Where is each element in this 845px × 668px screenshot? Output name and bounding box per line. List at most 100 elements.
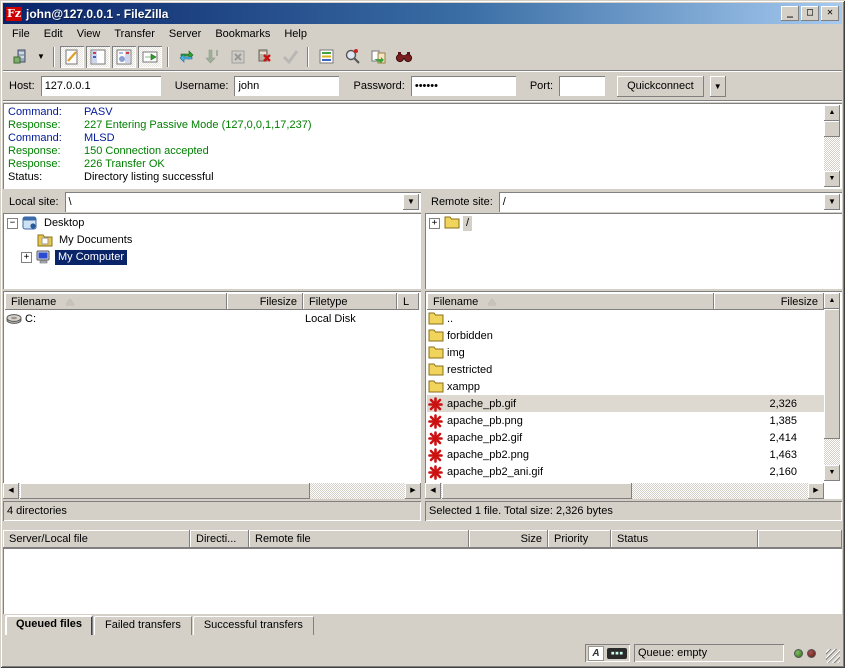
remote-site-combo[interactable]: / ▼ — [499, 192, 842, 212]
sync-browsing-icon[interactable] — [366, 46, 390, 68]
column-size[interactable]: Size — [469, 530, 548, 548]
list-item[interactable]: restricted — [427, 361, 824, 378]
list-item[interactable]: img — [427, 344, 824, 361]
list-item[interactable]: .. — [427, 310, 824, 327]
toggle-local-tree-icon[interactable] — [86, 46, 110, 68]
chevron-down-icon[interactable]: ▼ — [824, 194, 840, 210]
username-input[interactable]: john — [234, 76, 339, 96]
image-file-icon — [428, 414, 444, 428]
scroll-left-icon[interactable]: ◀ — [425, 483, 441, 499]
title-bar[interactable]: Fz john@127.0.0.1 - FileZilla _ □ ✕ — [3, 3, 842, 24]
log-scrollbar[interactable]: ▲ ▼ — [824, 105, 840, 187]
column-filename[interactable]: Filename — [5, 293, 227, 310]
scroll-left-icon[interactable]: ◀ — [3, 483, 19, 499]
local-status-bar: 4 directories — [3, 501, 421, 521]
menu-edit[interactable]: Edit — [37, 26, 70, 42]
expand-icon[interactable]: + — [21, 252, 32, 263]
scroll-down-icon[interactable]: ▼ — [824, 465, 840, 481]
remote-hscrollbar[interactable]: ◀ ▶ — [425, 483, 824, 499]
local-site-combo[interactable]: \ ▼ — [65, 192, 421, 212]
reconnect-icon[interactable] — [278, 46, 302, 68]
expand-icon[interactable]: + — [429, 218, 440, 229]
process-queue-icon[interactable] — [200, 46, 224, 68]
column-filetype[interactable]: Filetype — [303, 293, 397, 310]
documents-folder-icon — [37, 233, 53, 248]
tree-item-root[interactable]: + / — [429, 215, 842, 232]
maximize-button[interactable]: □ — [801, 6, 819, 21]
column-server-local-file[interactable]: Server/Local file — [3, 530, 190, 548]
resize-grip[interactable] — [826, 649, 840, 663]
menu-bookmarks[interactable]: Bookmarks — [208, 26, 277, 42]
column-filesize[interactable]: Filesize — [227, 293, 303, 310]
list-item[interactable]: apache_pb2_ani.gif 2,160 — [427, 463, 824, 480]
queue-status-text: Queue: empty — [638, 647, 707, 659]
site-manager-icon[interactable] — [8, 46, 32, 68]
tree-item-my-computer[interactable]: + My Computer — [7, 249, 421, 266]
refresh-icon[interactable] — [174, 46, 198, 68]
site-manager-dropdown[interactable]: ▼ — [34, 46, 48, 68]
local-hscrollbar[interactable]: ◀ ▶ — [3, 483, 421, 499]
tree-item-my-documents[interactable]: My Documents — [7, 232, 421, 249]
close-button[interactable]: ✕ — [821, 6, 839, 21]
local-site-bar: Local site: \ ▼ — [3, 191, 421, 212]
activity-leds — [788, 649, 822, 658]
column-direction[interactable]: Directi... — [190, 530, 249, 548]
minimize-button[interactable]: _ — [781, 6, 799, 21]
column-filename[interactable]: Filename — [427, 293, 714, 310]
tree-item-desktop[interactable]: − Desktop — [7, 215, 421, 232]
compare-icon[interactable] — [340, 46, 364, 68]
menu-transfer[interactable]: Transfer — [107, 26, 162, 42]
find-files-icon[interactable] — [392, 46, 416, 68]
local-site-label: Local site: — [3, 196, 65, 208]
tab-successful-transfers[interactable]: Successful transfers — [193, 616, 314, 635]
folder-icon — [428, 380, 444, 394]
list-item[interactable]: forbidden — [427, 327, 824, 344]
toggle-log-icon[interactable] — [60, 46, 84, 68]
chevron-down-icon[interactable]: ▼ — [403, 194, 419, 210]
menu-view[interactable]: View — [70, 26, 108, 42]
list-item[interactable]: xampp — [427, 378, 824, 395]
remote-vscrollbar[interactable]: ▲ ▼ — [824, 293, 840, 481]
disconnect-icon[interactable] — [252, 46, 276, 68]
quickconnect-bar: Host: 127.0.0.1 Username: john Password:… — [3, 72, 842, 101]
cancel-icon[interactable] — [226, 46, 250, 68]
toggle-remote-tree-icon[interactable] — [112, 46, 136, 68]
menu-help[interactable]: Help — [277, 26, 314, 42]
username-label: Username: — [175, 80, 229, 92]
column-remote-file[interactable]: Remote file — [249, 530, 469, 548]
tab-queued-files[interactable]: Queued files — [5, 615, 93, 635]
scroll-up-icon[interactable]: ▲ — [824, 293, 840, 309]
queue-header: Server/Local file Directi... Remote file… — [3, 530, 842, 548]
tab-failed-transfers[interactable]: Failed transfers — [94, 616, 192, 635]
menu-file[interactable]: File — [5, 26, 37, 42]
scroll-right-icon[interactable]: ▶ — [808, 483, 824, 499]
list-item[interactable]: apache_pb.png 1,385 — [427, 412, 824, 429]
scroll-thumb[interactable] — [824, 121, 840, 137]
scroll-thumb[interactable] — [20, 483, 310, 499]
collapse-icon[interactable]: − — [7, 218, 18, 229]
quickconnect-dropdown[interactable]: ▼ — [710, 76, 726, 97]
toggle-queue-icon[interactable] — [138, 46, 162, 68]
sort-asc-icon — [488, 299, 496, 305]
list-item[interactable]: apache_pb2.gif 2,414 — [427, 429, 824, 446]
column-priority[interactable]: Priority — [548, 530, 611, 548]
list-item[interactable]: apache_pb2.png 1,463 — [427, 446, 824, 463]
list-item-drive-c[interactable]: C: Local Disk — [5, 310, 419, 327]
scroll-down-icon[interactable]: ▼ — [824, 171, 840, 187]
datatype-indicator-icon[interactable]: A — [588, 646, 604, 661]
speedlimit-indicator-icon[interactable]: ▪▪▪ — [607, 648, 627, 659]
column-filesize[interactable]: Filesize — [714, 293, 824, 310]
port-input[interactable] — [559, 76, 605, 96]
scroll-right-icon[interactable]: ▶ — [405, 483, 421, 499]
scroll-thumb[interactable] — [442, 483, 632, 499]
host-input[interactable]: 127.0.0.1 — [41, 76, 161, 96]
password-input[interactable]: •••••• — [411, 76, 516, 96]
column-status[interactable]: Status — [611, 530, 758, 548]
list-item-selected[interactable]: apache_pb.gif 2,326 — [427, 395, 824, 412]
menu-server[interactable]: Server — [162, 26, 208, 42]
column-last-modified[interactable]: L — [397, 293, 419, 310]
quickconnect-button[interactable]: Quickconnect — [617, 76, 704, 97]
filter-icon[interactable] — [314, 46, 338, 68]
scroll-thumb[interactable] — [824, 309, 840, 439]
scroll-up-icon[interactable]: ▲ — [824, 105, 840, 121]
